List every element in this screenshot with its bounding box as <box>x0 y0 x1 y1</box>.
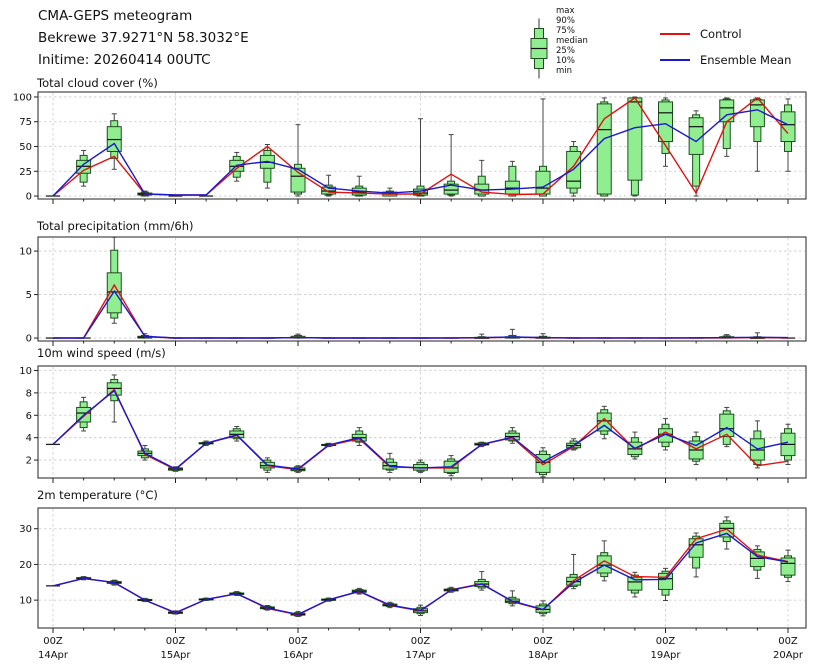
x-tick-date: 17Apr <box>405 650 436 661</box>
y-tick-label: 75 <box>19 117 32 128</box>
line-legend: Control Ensemble Mean <box>660 26 791 78</box>
y-tick-label: 2 <box>26 456 32 467</box>
panel-2: 2 4 6 8 10 <box>19 365 807 483</box>
y-tick-label: 0 <box>26 334 32 345</box>
box-25-75 <box>627 97 643 181</box>
box-25-75 <box>596 103 612 195</box>
panel-0: 0 25 50 75 100 <box>13 91 807 204</box>
x-tick-date: 20Apr <box>773 650 804 661</box>
x-ticks <box>52 628 789 633</box>
y-axis: 10 20 30 <box>19 524 38 607</box>
box-25-75 <box>719 413 735 438</box>
y-axis: 0 5 10 <box>19 247 38 345</box>
panel-title-precipitation: Total precipitation (mm/6h) <box>37 219 194 233</box>
boxplot-group <box>46 96 796 197</box>
x-tick-date: 19Apr <box>650 650 681 661</box>
panel-frame <box>37 236 807 342</box>
x-tick-hour: 00Z <box>288 636 308 647</box>
control-label: Control <box>700 27 742 41</box>
box-25-75 <box>658 101 673 143</box>
panel-title-wind-speed: 10m wind speed (m/s) <box>37 346 166 360</box>
x-tick-hour: 00Z <box>43 636 63 647</box>
y-tick-label: 25 <box>19 167 32 178</box>
y-tick-label: 30 <box>19 524 32 535</box>
y-axis: 0 25 50 75 100 <box>13 92 38 203</box>
x-tick-hour: 00Z <box>533 636 553 647</box>
y-axis: 2 4 6 8 10 <box>19 366 38 467</box>
x-tick-date: 14Apr <box>38 650 69 661</box>
y-tick-label: 8 <box>26 388 32 399</box>
x-tick-hour: 00Z <box>411 636 431 647</box>
legend-entry-ensemble-mean: Ensemble Mean <box>660 52 791 68</box>
y-tick-label: 100 <box>13 92 32 103</box>
legend-label-25: 25% <box>556 46 575 56</box>
boxplot-legend-glyph <box>530 18 548 79</box>
y-tick-label: 10 <box>19 596 32 607</box>
y-tick-label: 5 <box>26 290 32 301</box>
box-25-75 <box>780 111 796 143</box>
legend-label-90: 90% <box>556 16 575 26</box>
box-25-75 <box>658 572 673 590</box>
legend-label-median: median <box>556 36 588 46</box>
control-line-swatch <box>660 33 690 35</box>
grid <box>39 238 805 340</box>
panel-frame <box>37 365 807 479</box>
panel-1: 0 5 10 <box>19 236 807 346</box>
boxplot-group <box>46 516 796 618</box>
y-tick-label: 4 <box>26 433 32 444</box>
legend-label-max: max <box>556 6 575 16</box>
x-tick-hour: 00Z <box>166 636 186 647</box>
meteogram-chart: 0 25 50 75 100 0 5 10 2 4 6 8 10 10 20 30 00Z 14Apr 00Z 15A… <box>13 91 807 661</box>
y-tick-label: 0 <box>26 192 32 203</box>
legend-label-min: min <box>556 66 573 76</box>
box-25-75 <box>688 117 704 155</box>
panel-title-cloud-cover: Total cloud cover (%) <box>37 76 158 90</box>
box-25-75 <box>535 170 551 195</box>
y-tick-label: 50 <box>19 142 32 153</box>
ensemble-mean-label: Ensemble Mean <box>700 53 792 67</box>
panel-3: 10 20 30 <box>19 507 807 633</box>
box-25-75 <box>749 551 765 568</box>
boxplot-legend-labels: max 90% 75% median 25% 10% min <box>556 6 588 76</box>
panel-title-temperature: 2m temperature (°C) <box>37 488 158 502</box>
ensemble-mean-line-swatch <box>660 59 690 61</box>
control-line <box>52 528 789 616</box>
station-location: Bekrewe 37.9271°N 58.3032°E <box>38 30 249 46</box>
page-title: CMA-GEPS meteogram <box>38 8 193 24</box>
y-tick-label: 6 <box>26 411 32 422</box>
init-time: Initime: 20260414 00UTC <box>38 52 211 68</box>
legend-label-10: 10% <box>556 56 575 66</box>
y-tick-label: 10 <box>19 366 32 377</box>
meteogram-page: 0 25 50 75 100 0 5 10 2 4 6 8 10 10 20 30 00Z 14Apr 00Z 15A… <box>0 0 818 667</box>
x-tick-hour: 00Z <box>778 636 798 647</box>
legend-entry-control: Control <box>660 26 791 42</box>
x-axis-labels: 00Z 14Apr 00Z 15Apr 00Z 16Apr 00Z 17Apr 00Z 18Apr… <box>38 636 804 661</box>
x-tick-hour: 00Z <box>656 636 676 647</box>
legend-label-75: 75% <box>556 26 575 36</box>
x-ticks <box>52 199 789 204</box>
x-tick-date: 15Apr <box>160 650 191 661</box>
x-tick-date: 18Apr <box>528 650 559 661</box>
y-tick-label: 10 <box>19 247 32 258</box>
x-ticks <box>52 478 789 483</box>
x-tick-date: 16Apr <box>283 650 314 661</box>
y-tick-label: 20 <box>19 560 32 571</box>
